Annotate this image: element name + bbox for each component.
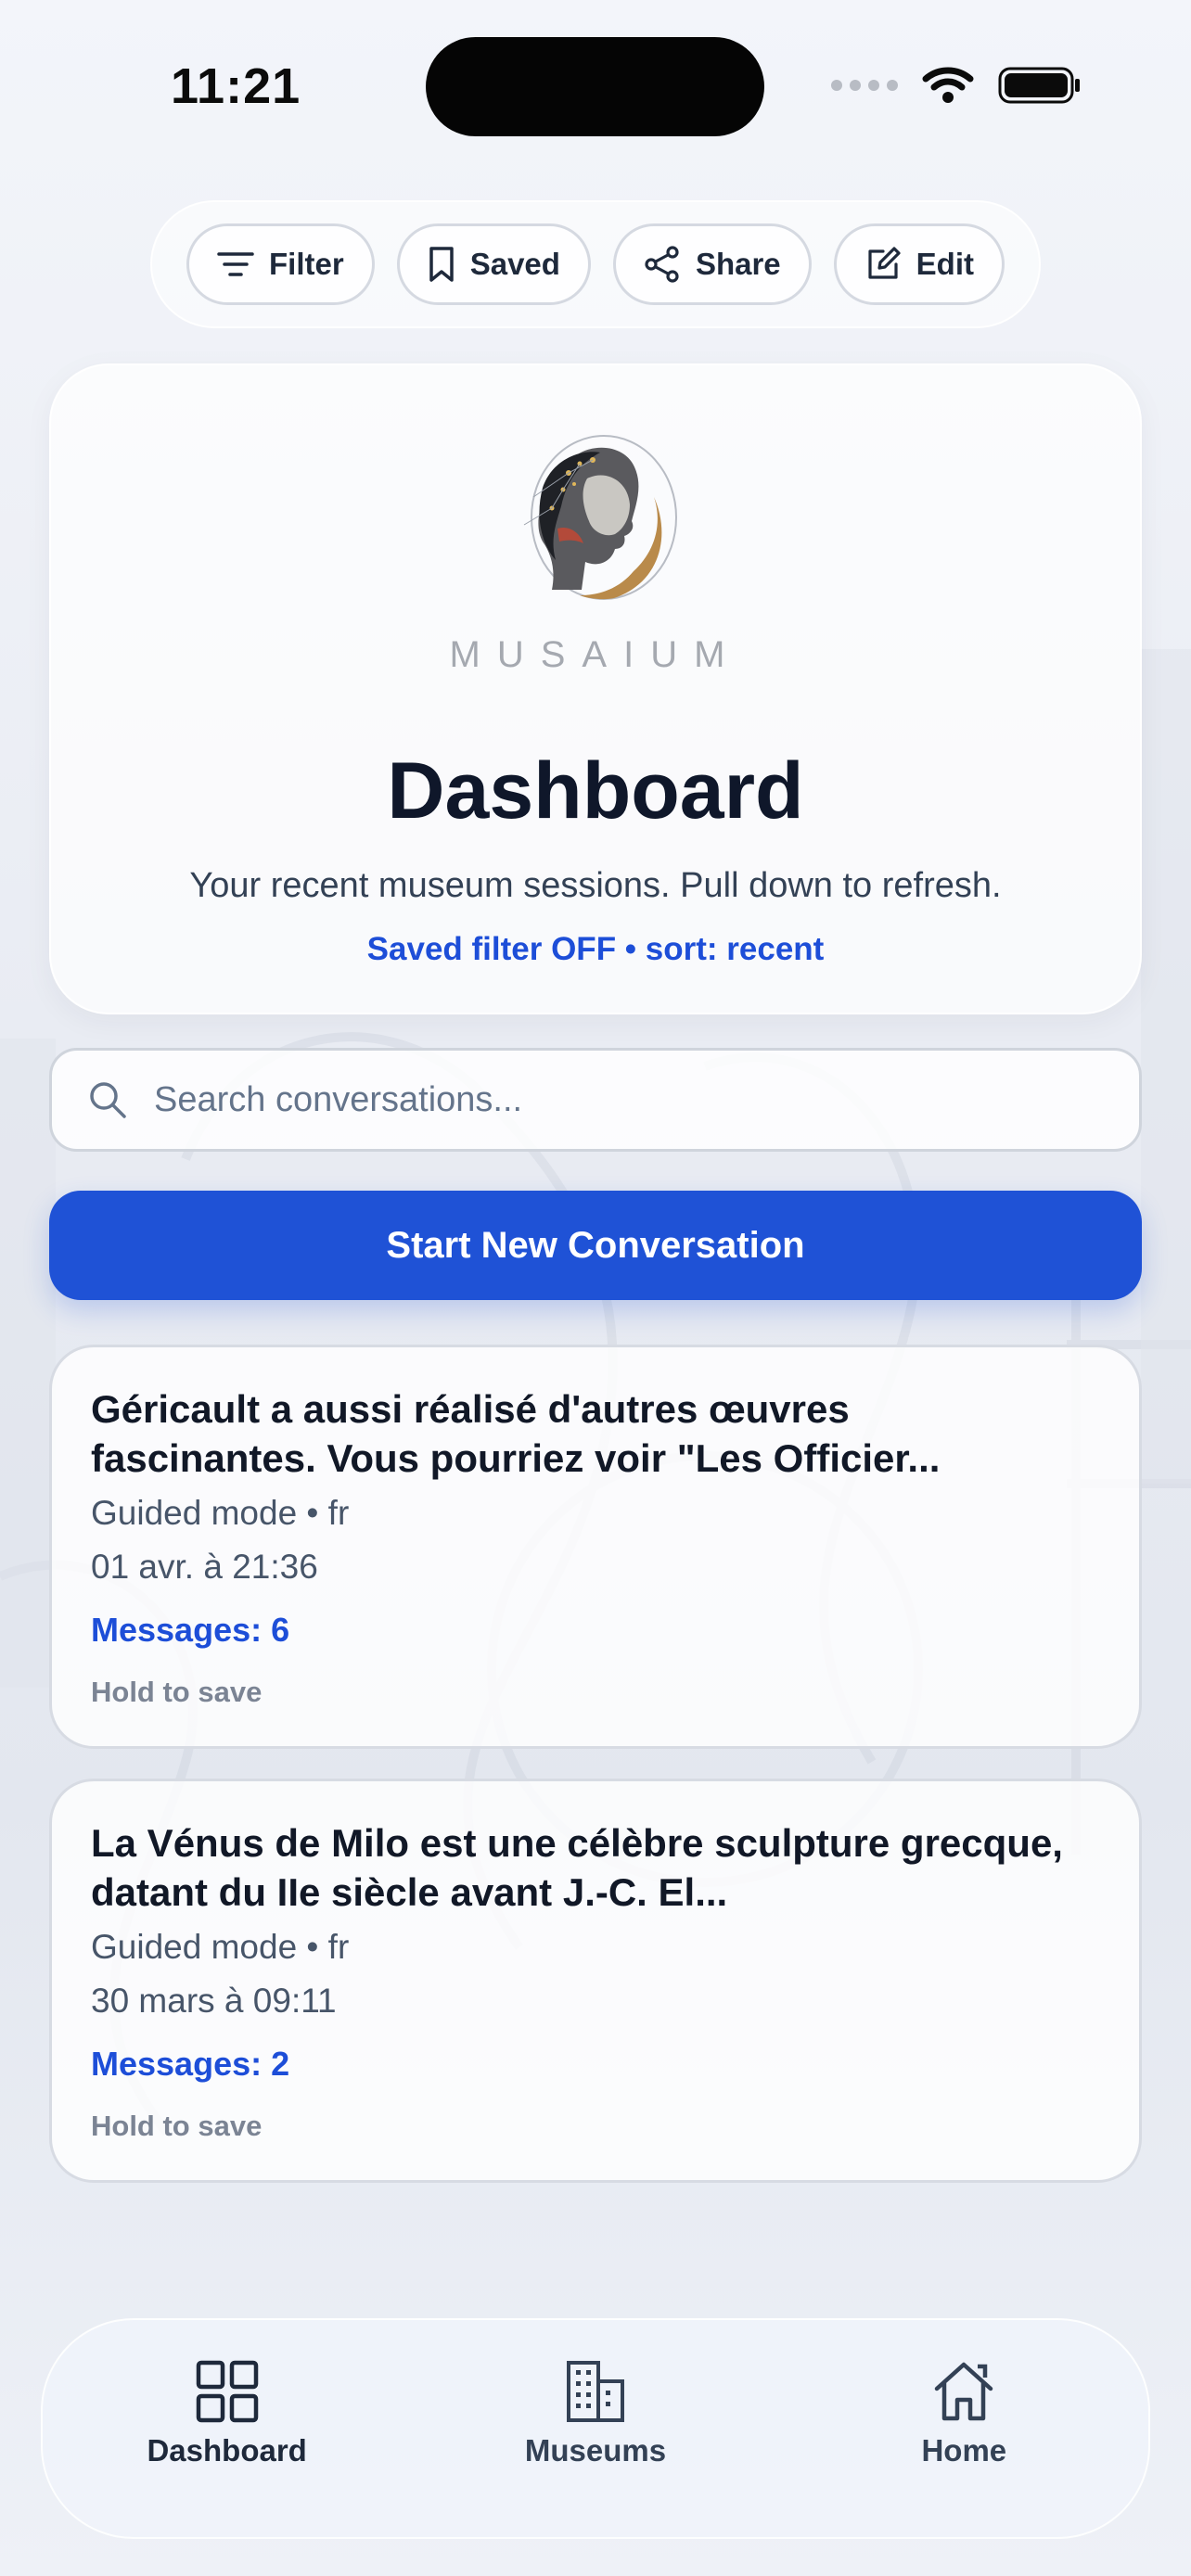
conversation-title: Géricault a aussi réalisé d'autres œuvre… — [91, 1387, 941, 1480]
conversation-title: La Vénus de Milo est une célèbre sculptu… — [91, 1821, 1063, 1914]
top-toolbar: Filter Saved Share Edit — [150, 200, 1041, 328]
tab-dashboard[interactable]: Dashboard — [88, 2359, 366, 2468]
hold-to-save-hint: Hold to save — [91, 1676, 263, 1708]
saved-button-label: Saved — [469, 247, 560, 281]
conversation-card[interactable]: Géricault a aussi réalisé d'autres œuvre… — [49, 1345, 1142, 1749]
share-icon — [645, 246, 679, 283]
conversation-mode: Guided mode • fr — [91, 1928, 350, 1966]
building-icon — [566, 2361, 624, 2422]
search-input[interactable] — [152, 1078, 1083, 1121]
bottom-tab-bar: Dashboard Museums Home — [41, 2318, 1150, 2539]
page-subtitle: Your recent museum sessions. Pull down t… — [189, 866, 1002, 905]
edit-button[interactable]: Edit — [833, 223, 1005, 305]
share-button[interactable]: Share — [612, 223, 812, 305]
dashboard-header-card: MUSAIUM Dashboard Your recent museum ses… — [49, 363, 1142, 1014]
saved-button[interactable]: Saved — [396, 223, 591, 305]
start-new-conversation-button[interactable]: Start New Conversation — [49, 1191, 1142, 1300]
conversation-card[interactable]: La Vénus de Milo est une célèbre sculptu… — [49, 1779, 1142, 2183]
tab-home-label: Home — [921, 2433, 1007, 2468]
grid-icon — [196, 2360, 258, 2423]
hold-to-save-hint: Hold to save — [91, 2110, 263, 2142]
status-time: 11:21 — [171, 58, 301, 114]
brand-wordmark: MUSAIUM — [449, 634, 742, 675]
cellular-signal-icon — [831, 80, 898, 91]
filter-button-label: Filter — [269, 247, 344, 281]
home-icon — [935, 2362, 993, 2421]
share-button-label: Share — [695, 247, 781, 281]
filter-status[interactable]: Saved filter OFF • sort: recent — [51, 931, 1140, 968]
dynamic-island — [426, 37, 764, 136]
filter-button[interactable]: Filter — [186, 223, 375, 305]
wifi-icon — [922, 67, 974, 103]
conversation-message-count: Messages: 6 — [91, 1611, 290, 1649]
filter-icon — [217, 252, 254, 276]
tab-museums-label: Museums — [524, 2433, 667, 2468]
bookmark-icon — [429, 247, 454, 282]
tab-dashboard-label: Dashboard — [147, 2433, 307, 2468]
page-title: Dashboard — [387, 746, 804, 835]
conversation-mode: Guided mode • fr — [91, 1494, 350, 1532]
tab-museums[interactable]: Museums — [456, 2359, 735, 2468]
battery-icon — [998, 67, 1080, 104]
edit-button-label: Edit — [916, 247, 974, 281]
search-bar[interactable] — [49, 1048, 1142, 1152]
tab-home[interactable]: Home — [825, 2359, 1103, 2468]
conversation-date: 01 avr. à 21:36 — [91, 1548, 318, 1586]
edit-icon — [868, 247, 901, 279]
conversation-date: 30 mars à 09:11 — [91, 1982, 337, 2020]
search-icon — [90, 1082, 126, 1118]
conversation-message-count: Messages: 2 — [91, 2045, 290, 2083]
musaium-logo-icon — [523, 435, 677, 600]
status-indicators — [831, 65, 1082, 106]
